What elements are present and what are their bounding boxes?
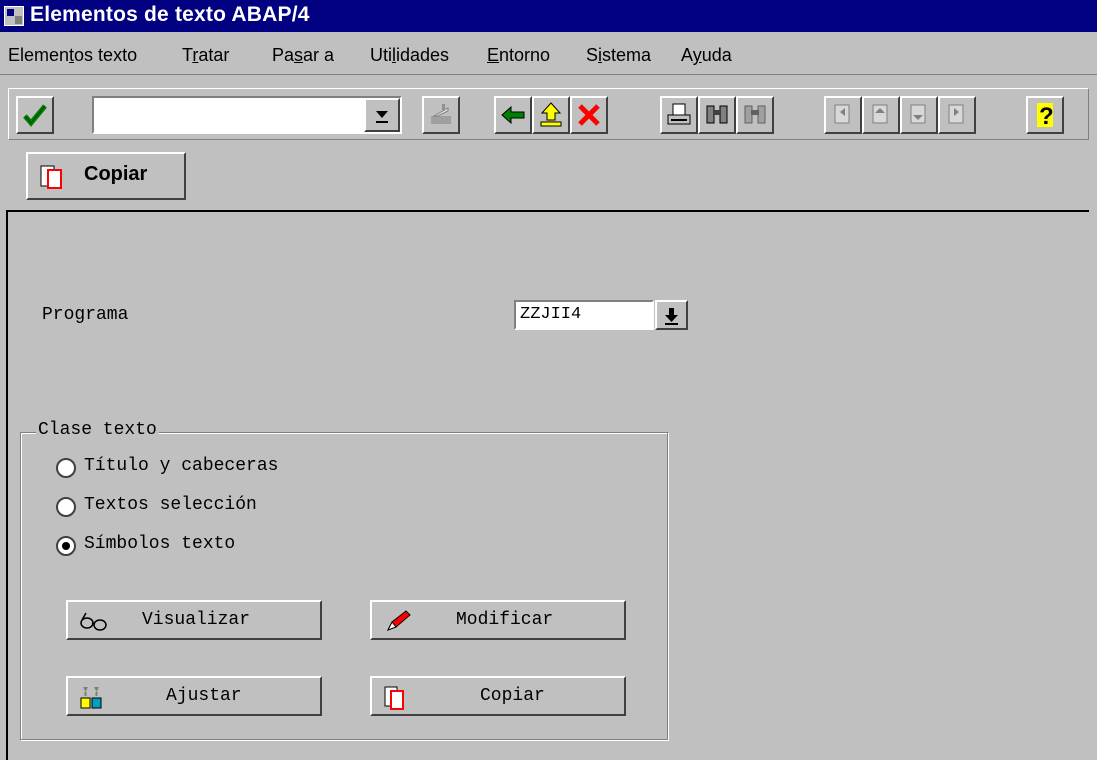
chevron-down-icon bbox=[376, 111, 388, 123]
next-page-button[interactable] bbox=[900, 96, 938, 134]
display-button-label: Visualizar bbox=[142, 610, 251, 630]
radio-selection-texts[interactable] bbox=[56, 497, 76, 517]
print-button[interactable] bbox=[660, 96, 698, 134]
menu-sistema[interactable]: Sistema bbox=[586, 45, 651, 66]
radio-text-symbols-label: Símbolos texto bbox=[84, 534, 236, 554]
cancel-icon bbox=[578, 104, 600, 126]
menu-utilidades[interactable]: Utilidades bbox=[370, 45, 449, 66]
help-button[interactable]: ? bbox=[1026, 96, 1064, 134]
command-field[interactable] bbox=[92, 96, 402, 134]
menu-tratar[interactable]: Tratar bbox=[182, 45, 229, 66]
adjust-button[interactable]: Ajustar bbox=[66, 676, 322, 716]
program-label: Programa bbox=[42, 305, 129, 325]
cancel-button[interactable] bbox=[570, 96, 608, 134]
menu-entorno[interactable]: Entorno bbox=[487, 45, 550, 66]
copy-button-label: Copiar bbox=[480, 686, 545, 706]
copy-icon bbox=[384, 686, 404, 710]
sap-window: Elementos de texto ABAP/4 Elementos text… bbox=[0, 0, 1097, 760]
window-title: Elementos de texto ABAP/4 bbox=[30, 3, 310, 26]
pencil-icon bbox=[386, 610, 411, 631]
adjust-icon bbox=[80, 687, 102, 709]
find-next-icon bbox=[744, 105, 766, 124]
print-icon bbox=[667, 103, 691, 125]
radio-selection-texts-label: Textos selección bbox=[84, 495, 257, 515]
previous-page-button[interactable] bbox=[862, 96, 900, 134]
menu-bar: Elementos texto Tratar Pasar a Utilidade… bbox=[0, 32, 1097, 75]
first-page-button[interactable] bbox=[824, 96, 862, 134]
last-page-button[interactable] bbox=[938, 96, 976, 134]
copy-toolbar-button[interactable]: Copiar bbox=[26, 152, 186, 200]
exit-button[interactable] bbox=[532, 96, 570, 134]
text-class-group-title: Clase texto bbox=[36, 420, 159, 440]
svg-text:?: ? bbox=[1039, 103, 1054, 130]
program-input[interactable]: ZZJII4 bbox=[514, 300, 654, 330]
back-button[interactable] bbox=[494, 96, 532, 134]
save-button[interactable] bbox=[422, 96, 460, 134]
find-button[interactable] bbox=[698, 96, 736, 134]
back-icon bbox=[501, 105, 525, 125]
radio-titles-headers[interactable] bbox=[56, 458, 76, 478]
save-icon bbox=[431, 104, 451, 124]
menu-pasar-a[interactable]: Pasar a bbox=[272, 45, 334, 66]
menu-ayuda[interactable]: Ayuda bbox=[681, 45, 732, 66]
help-icon: ? bbox=[1037, 103, 1054, 130]
change-button-label: Modificar bbox=[456, 610, 554, 630]
adjust-button-label: Ajustar bbox=[166, 686, 242, 706]
display-button[interactable]: Visualizar bbox=[66, 600, 322, 640]
copy-icon bbox=[40, 165, 62, 189]
program-f4-button[interactable] bbox=[655, 300, 688, 330]
first-page-icon bbox=[834, 104, 850, 124]
command-field-dropdown[interactable] bbox=[364, 98, 400, 132]
radio-titles-headers-label: Título y cabeceras bbox=[84, 456, 279, 476]
find-icon bbox=[706, 105, 728, 124]
change-button[interactable]: Modificar bbox=[370, 600, 626, 640]
enter-button[interactable] bbox=[16, 96, 54, 134]
previous-page-icon bbox=[872, 104, 888, 124]
enter-icon bbox=[23, 104, 47, 127]
last-page-icon bbox=[948, 104, 964, 124]
screen-left-border bbox=[6, 210, 8, 760]
menu-elementos-texto[interactable]: Elementos texto bbox=[8, 45, 137, 66]
f4-help-icon bbox=[665, 308, 678, 325]
title-bar: Elementos de texto ABAP/4 bbox=[0, 0, 1097, 32]
radio-text-symbols[interactable] bbox=[56, 536, 76, 556]
next-page-icon bbox=[910, 104, 926, 124]
exit-icon bbox=[540, 102, 562, 127]
glasses-icon bbox=[80, 612, 107, 631]
sap-app-icon[interactable] bbox=[4, 6, 24, 26]
copy-toolbar-label: Copiar bbox=[84, 163, 148, 185]
copy-button[interactable]: Copiar bbox=[370, 676, 626, 716]
find-next-button[interactable] bbox=[736, 96, 774, 134]
